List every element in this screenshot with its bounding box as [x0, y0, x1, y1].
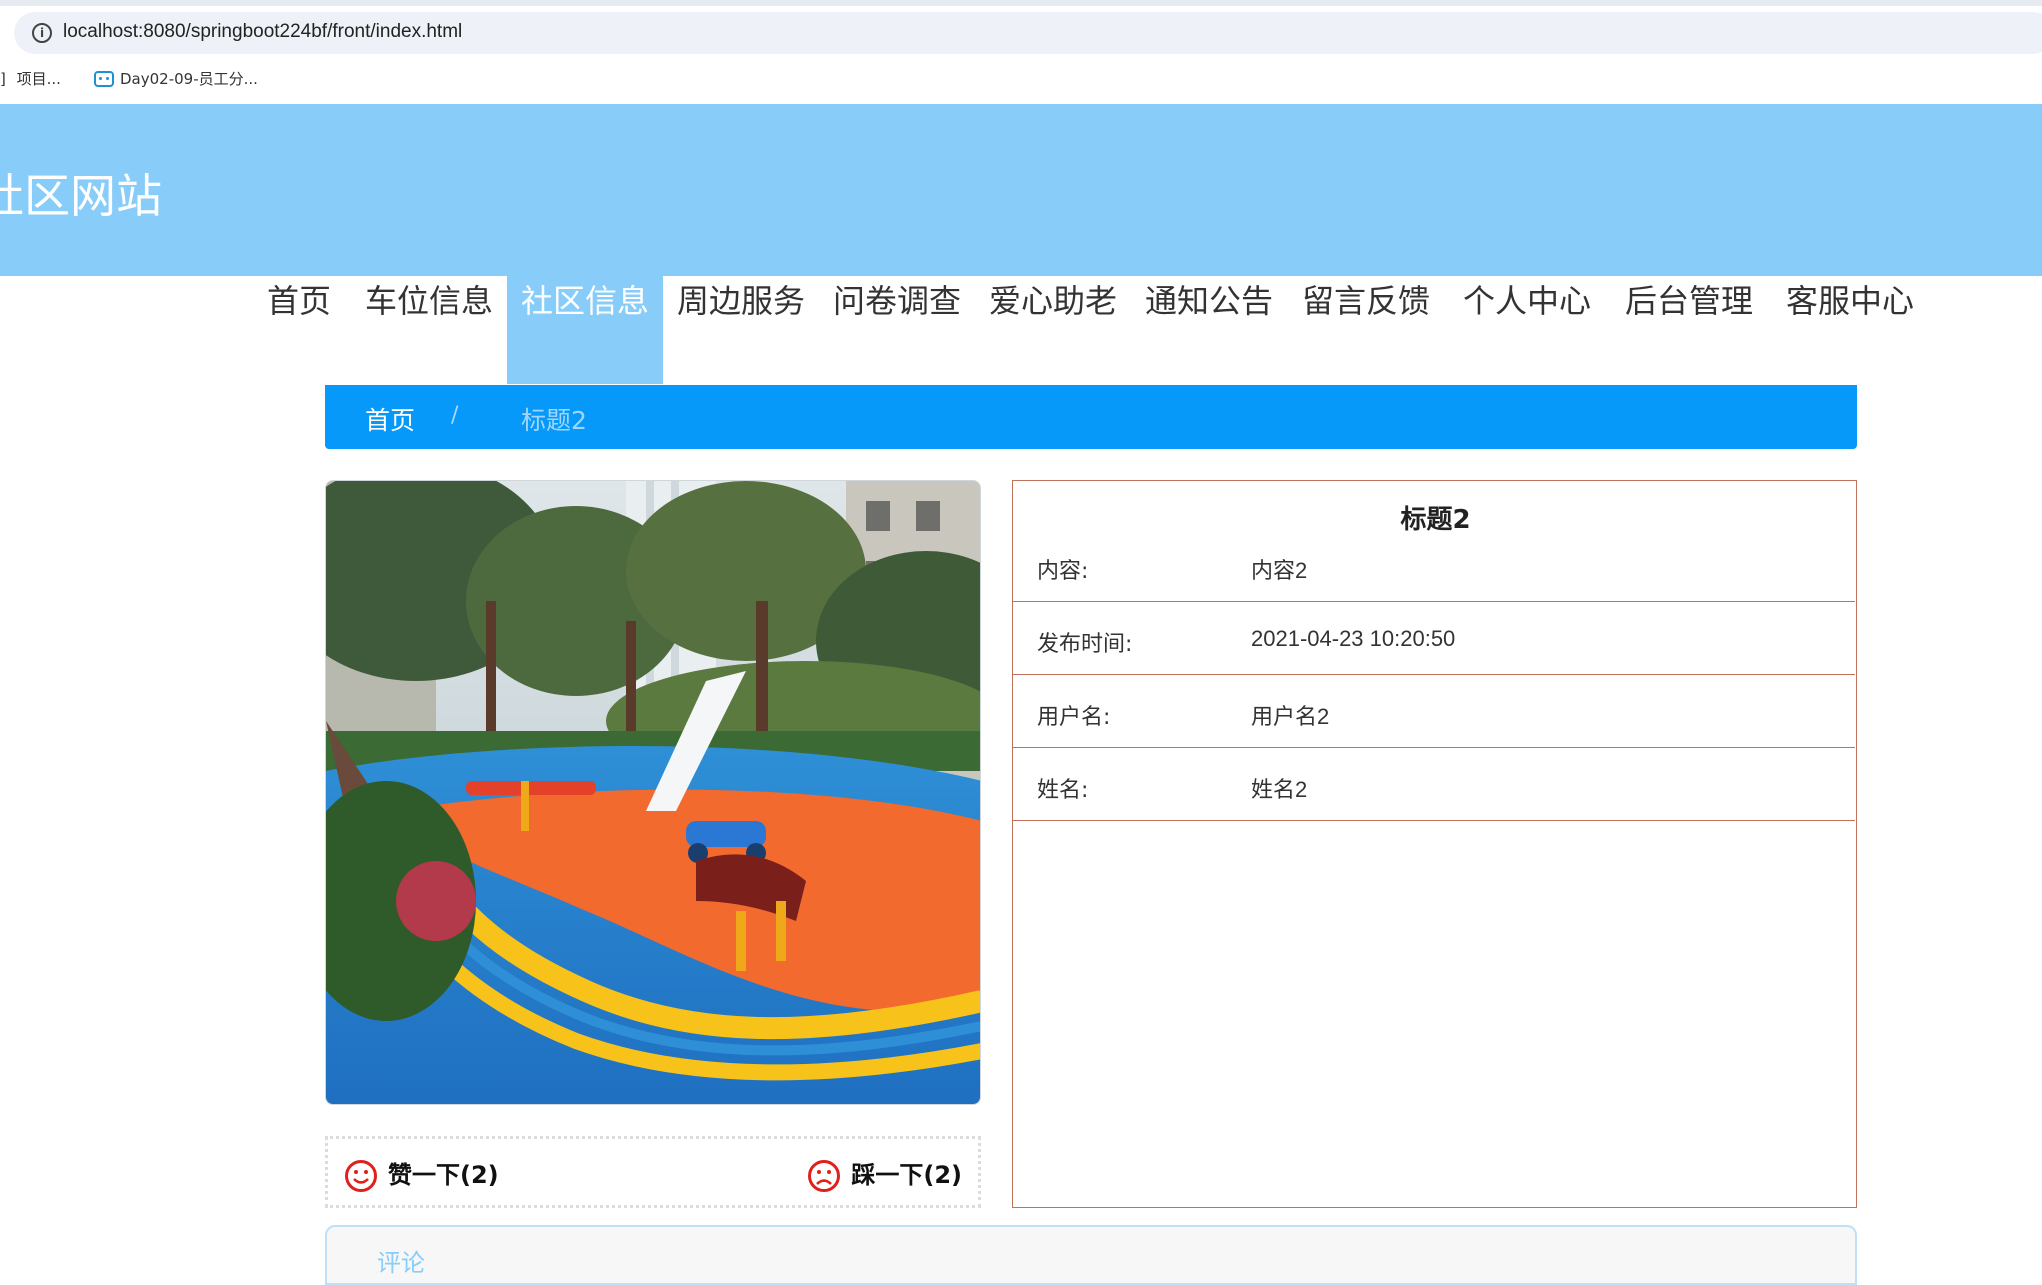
- nav-item-parking[interactable]: 车位信息: [360, 276, 498, 384]
- row-value: 姓名2: [1251, 777, 1308, 802]
- sad-face-icon: [808, 1160, 841, 1192]
- nav-item-service[interactable]: 客服中心: [1781, 276, 1919, 384]
- browser-chrome: i localhost:8080/springboot224bf/front/i…: [0, 0, 2042, 104]
- comments-section: 评论: [325, 1225, 1857, 1285]
- nav-item-admin[interactable]: 后台管理: [1620, 276, 1758, 384]
- row-label: 内容:: [1037, 559, 1089, 584]
- comments-tab[interactable]: 评论: [377, 1243, 425, 1278]
- nav-item-profile[interactable]: 个人中心: [1458, 276, 1596, 384]
- address-bar[interactable]: i localhost:8080/springboot224bf/front/i…: [14, 12, 2042, 54]
- main-nav: 首页 车位信息 社区信息 周边服务 问卷调查 爱心助老 通知公告 留言反馈 个人…: [0, 276, 2042, 384]
- nav-item-elderly[interactable]: 爱心助老: [984, 276, 1122, 384]
- nav-item-feedback[interactable]: 留言反馈: [1297, 276, 1435, 384]
- bookmark-label: 项目...: [16, 70, 61, 88]
- like-label: 赞一下(2): [388, 1161, 499, 1189]
- bookmark-project[interactable]: ] 项目...: [0, 68, 61, 89]
- dislike-button[interactable]: 踩一下(2): [807, 1155, 962, 1193]
- detail-row-content: 内容: 内容2: [1013, 529, 1855, 602]
- nav-item-notice[interactable]: 通知公告: [1140, 276, 1278, 384]
- url-text[interactable]: localhost:8080/springboot224bf/front/ind…: [63, 21, 462, 43]
- nav-item-home[interactable]: 首页: [252, 276, 346, 384]
- smile-face-icon: [345, 1160, 377, 1192]
- breadcrumb-separator: /: [451, 403, 459, 428]
- row-value: 用户名2: [1251, 704, 1330, 729]
- bilibili-tv-icon: [94, 71, 114, 87]
- nav-item-nearby[interactable]: 周边服务: [672, 276, 810, 384]
- row-label: 用户名:: [1037, 705, 1111, 730]
- detail-row-username: 用户名: 用户名2: [1013, 675, 1855, 748]
- site-info-icon[interactable]: i: [32, 23, 52, 43]
- breadcrumb-current: 标题2: [521, 406, 587, 435]
- detail-row-publish-time: 发布时间: 2021-04-23 10:20:50: [1013, 602, 1855, 675]
- row-label: 发布时间:: [1037, 632, 1133, 657]
- row-label: 姓名:: [1037, 778, 1089, 803]
- breadcrumb: 首页 / 标题2: [325, 385, 1857, 449]
- nav-item-community[interactable]: 社区信息: [507, 276, 663, 384]
- detail-panel: 标题2 内容: 内容2 发布时间: 2021-04-23 10:20:50 用户…: [1012, 480, 1857, 1208]
- row-value: 内容2: [1251, 558, 1308, 583]
- detail-row-name: 姓名: 姓名2: [1013, 748, 1855, 821]
- row-value: 2021-04-23 10:20:50: [1251, 626, 1456, 651]
- vote-bar: 赞一下(2) 踩一下(2): [325, 1136, 981, 1208]
- community-photo: [325, 480, 981, 1105]
- bookmark-prefix: ]: [0, 70, 6, 88]
- like-button[interactable]: 赞一下(2): [344, 1155, 499, 1193]
- dislike-label: 踩一下(2): [851, 1161, 962, 1189]
- nav-item-survey[interactable]: 问卷调查: [828, 276, 966, 384]
- site-title[interactable]: 社区网站: [0, 160, 162, 226]
- bookmark-label: Day02-09-员工分...: [120, 70, 258, 88]
- site-header: 社区网站: [0, 104, 2042, 276]
- bookmark-day02[interactable]: Day02-09-员工分...: [94, 68, 258, 89]
- tab-strip: [0, 0, 2042, 6]
- breadcrumb-home-link[interactable]: 首页: [365, 401, 415, 437]
